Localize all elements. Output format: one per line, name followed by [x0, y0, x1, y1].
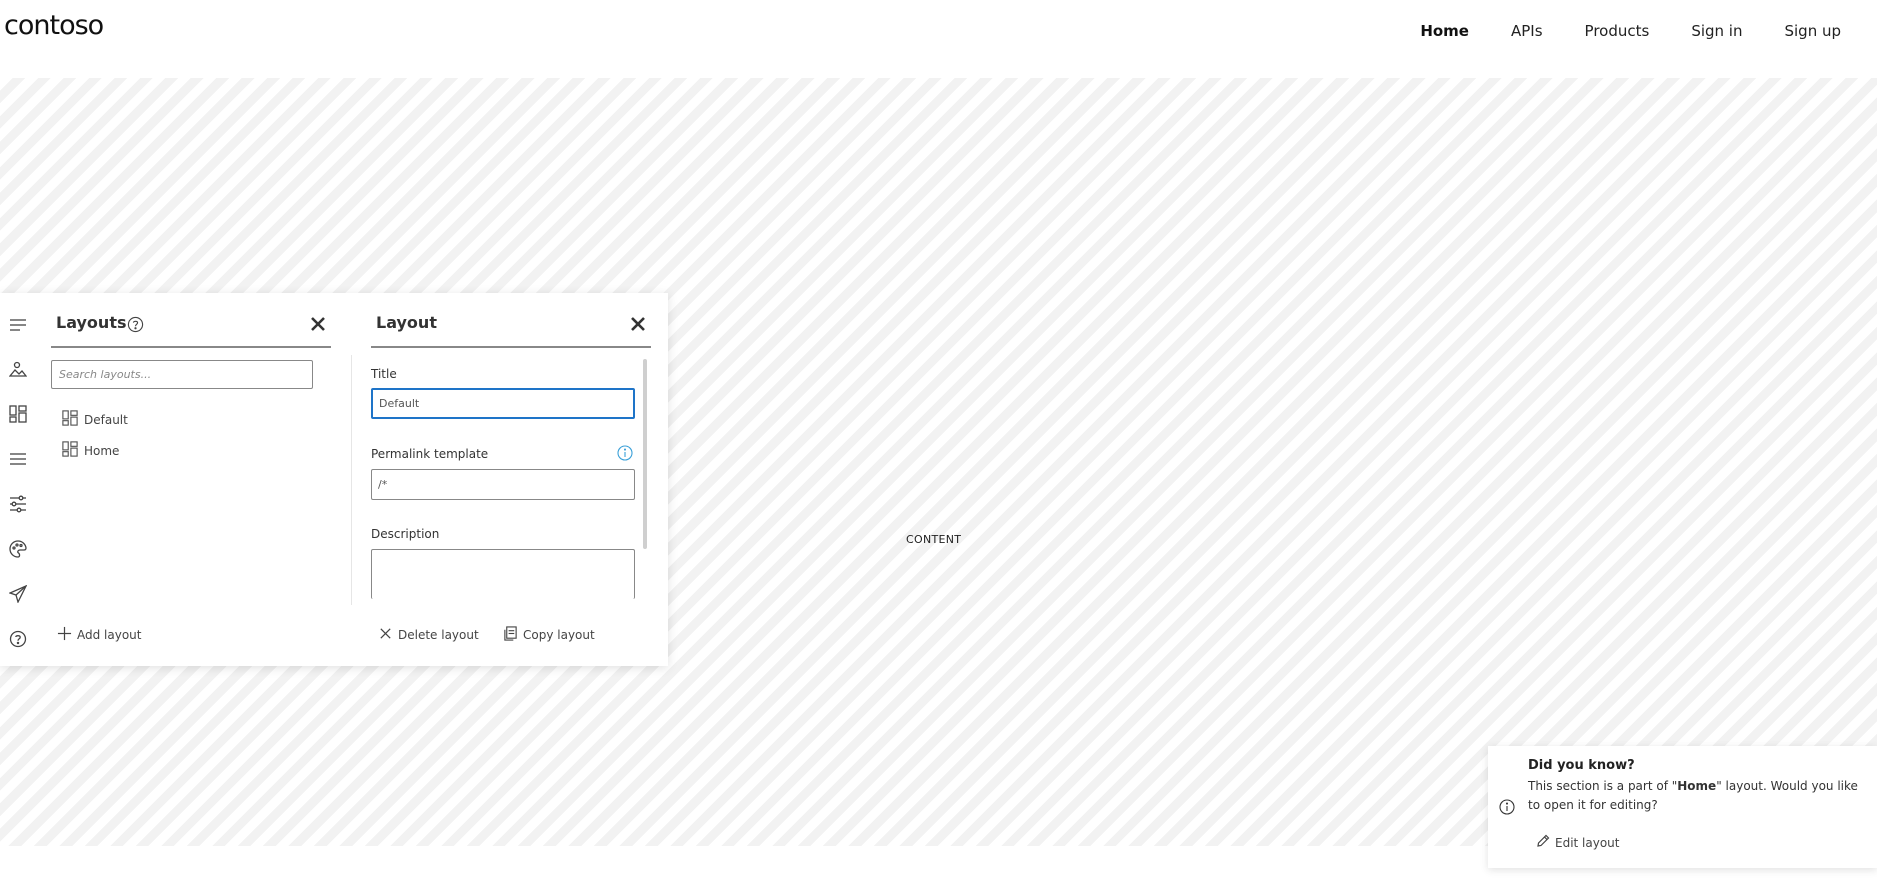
layouts-divider [51, 346, 331, 348]
copy-layout-button[interactable]: Copy layout [503, 626, 595, 644]
layout-item-home[interactable]: Home [62, 441, 119, 460]
add-layout-button[interactable]: Add layout [57, 626, 142, 644]
permalink-label: Permalink template [371, 447, 489, 461]
layouts-panel-title: Layouts [56, 313, 127, 332]
nav-products[interactable]: Products [1585, 22, 1650, 40]
editor-rail [0, 293, 38, 666]
nav-sign-up[interactable]: Sign up [1784, 22, 1841, 40]
nav-apis[interactable]: APIs [1511, 22, 1543, 40]
settings-icon[interactable] [8, 494, 28, 514]
layout-scrollbar[interactable] [643, 359, 647, 549]
delete-layout-label: Delete layout [398, 628, 479, 642]
info-icon[interactable] [617, 445, 633, 461]
layout-icon [62, 410, 78, 429]
close-layout-icon[interactable] [629, 315, 647, 333]
layout-panel-title: Layout [376, 313, 437, 332]
site-header: contoso Home APIs Products Sign in Sign … [0, 0, 1877, 78]
layout-item-default[interactable]: Default [62, 410, 128, 429]
logo[interactable]: contoso [4, 10, 104, 41]
navigation-icon[interactable] [8, 449, 28, 469]
copy-layout-label: Copy layout [523, 628, 595, 642]
edit-layout-button[interactable]: Edit layout [1536, 834, 1620, 851]
main-nav: Home APIs Products Sign in Sign up [1420, 22, 1841, 40]
help-icon[interactable] [8, 629, 28, 649]
layouts-icon[interactable] [8, 404, 28, 424]
close-layouts-icon[interactable] [309, 315, 327, 333]
layout-divider [371, 346, 651, 348]
panel-separator [351, 355, 352, 605]
nav-sign-in[interactable]: Sign in [1691, 22, 1742, 40]
layout-icon [62, 441, 78, 460]
media-icon[interactable] [8, 359, 28, 379]
publish-icon[interactable] [8, 584, 28, 604]
layout-item-label: Home [84, 443, 120, 458]
copy-icon [503, 626, 518, 644]
did-you-know-toast: Did you know? This section is a part of … [1488, 746, 1877, 868]
toast-message-prefix: This section is a part of " [1528, 779, 1678, 793]
editor-panel: Layouts Default Home Add layout Layout T… [0, 293, 668, 666]
layout-item-label: Default [84, 412, 128, 427]
content-placeholder-label: CONTENT [906, 533, 962, 546]
description-label: Description [371, 527, 440, 541]
description-field[interactable] [371, 549, 635, 599]
add-layout-label: Add layout [77, 628, 142, 642]
toast-message: This section is a part of "Home" layout.… [1528, 777, 1868, 815]
nav-home[interactable]: Home [1420, 22, 1469, 40]
title-label: Title [371, 367, 397, 381]
info-icon [1499, 799, 1515, 815]
plus-icon [57, 626, 72, 644]
toast-title: Did you know? [1528, 758, 1635, 773]
search-layouts-input[interactable] [51, 360, 313, 389]
title-field[interactable] [371, 388, 635, 419]
delete-layout-button[interactable]: Delete layout [378, 626, 479, 644]
menu-icon[interactable] [8, 315, 28, 335]
edit-layout-label: Edit layout [1555, 835, 1620, 850]
question-icon[interactable] [127, 316, 144, 333]
close-icon [378, 626, 393, 644]
permalink-field[interactable] [371, 469, 635, 500]
styles-icon[interactable] [8, 539, 28, 559]
pencil-icon [1536, 834, 1550, 851]
toast-message-layout-name: Home [1677, 779, 1717, 793]
